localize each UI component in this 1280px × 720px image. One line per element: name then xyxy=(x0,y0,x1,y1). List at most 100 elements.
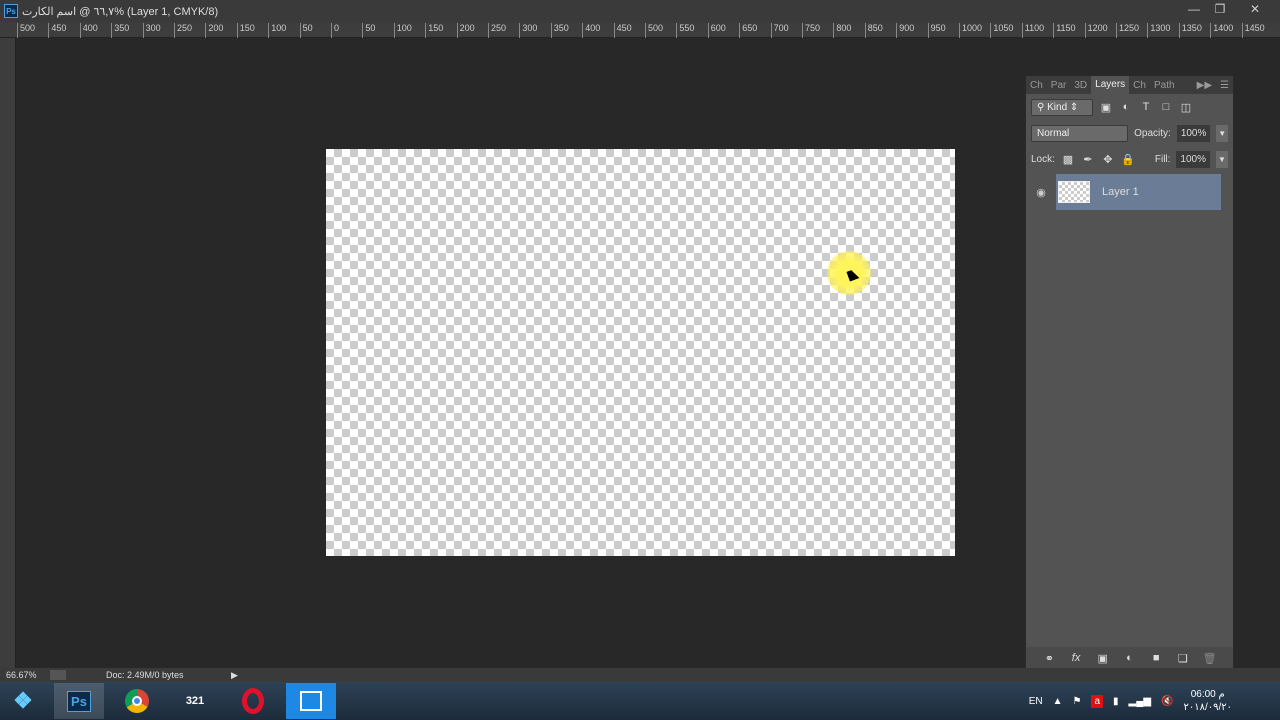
taskbar-photoshop[interactable]: Ps xyxy=(54,683,104,719)
adjustment-layer-icon[interactable]: ◐ xyxy=(1122,652,1136,664)
ruler-label: 300 xyxy=(142,23,161,38)
document-canvas[interactable] xyxy=(326,149,955,556)
ruler-label: 550 xyxy=(676,23,694,38)
minimize-button[interactable]: — xyxy=(1183,2,1205,18)
panel-menu-icon[interactable]: ☰ xyxy=(1216,80,1233,91)
blend-mode-select[interactable]: Normal xyxy=(1031,124,1129,142)
vertical-ruler[interactable] xyxy=(0,38,16,668)
link-icon[interactable]: ⚭ xyxy=(1042,652,1056,665)
lock-all-icon[interactable]: 🔒 xyxy=(1121,153,1135,166)
type-filter-icon[interactable]: T xyxy=(1139,101,1153,113)
taskbar: ❖ Ps 321 EN ▲ ⚑ a ▮ ▂▄▆ 🔇 06:00 م ٢٠١٨/٠٩… xyxy=(0,682,1280,720)
expand-icon[interactable]: ▶▶ xyxy=(1193,80,1216,91)
lock-brush-icon[interactable]: ✒ xyxy=(1081,153,1095,166)
ruler-label: 0 xyxy=(331,23,339,38)
ruler-label: 800 xyxy=(833,23,851,38)
ruler-label: 350 xyxy=(111,23,129,38)
ruler-label: 250 xyxy=(488,23,506,38)
tab-layers[interactable]: Layers xyxy=(1091,76,1130,94)
filter-kind-select[interactable]: ⚲ Kind ⇕ xyxy=(1031,98,1093,116)
layer-item[interactable]: ◉ Layer 1 xyxy=(1026,174,1221,210)
ruler-label: 1300 xyxy=(1147,23,1170,38)
volume-muted-icon[interactable]: 🔇 xyxy=(1161,696,1173,707)
ruler-label: 400 xyxy=(582,23,600,38)
lock-label: Lock: xyxy=(1031,153,1055,165)
ruler-label: 100 xyxy=(268,23,286,38)
antivirus-icon[interactable]: a xyxy=(1091,694,1104,708)
ruler-label: 1050 xyxy=(990,23,1013,38)
filter-label: Kind xyxy=(1047,101,1068,113)
shape-filter-icon[interactable]: □ xyxy=(1159,101,1173,113)
lock-position-icon[interactable]: ✥ xyxy=(1101,153,1115,166)
language-indicator[interactable]: EN xyxy=(1029,696,1043,707)
system-tray: EN ▲ ⚑ a ▮ ▂▄▆ 🔇 06:00 م ٢٠١٨/٠٩/٢٠ xyxy=(1029,682,1280,720)
opacity-label: Opacity: xyxy=(1134,127,1171,139)
ruler-label: 400 xyxy=(79,23,98,38)
ruler-label: 450 xyxy=(48,23,66,38)
ruler-label: 1450 xyxy=(1241,23,1265,38)
fill-label: Fill: xyxy=(1154,153,1171,165)
ruler-label: 250 xyxy=(174,23,192,38)
horizontal-ruler[interactable]: 500 450 400 350 300 250 200 150 100 50 0 50 100 150 20… xyxy=(0,22,1280,38)
fill-input[interactable]: 100% xyxy=(1176,150,1210,168)
taskbar-opera[interactable] xyxy=(228,683,278,719)
ruler-label: 900 xyxy=(896,23,914,38)
new-layer-icon[interactable]: ❏ xyxy=(1176,652,1190,665)
taskbar-media-player[interactable]: 321 xyxy=(170,683,220,719)
ruler-label: 50 xyxy=(362,23,375,38)
status-menu-arrow-icon[interactable]: ▶ xyxy=(231,670,238,681)
trash-icon[interactable]: 🗑 xyxy=(1203,652,1217,665)
ruler-label: 1350 xyxy=(1178,23,1202,38)
image-filter-icon[interactable]: ▣ xyxy=(1099,101,1113,114)
tab-character[interactable]: Ch xyxy=(1129,80,1150,91)
start-button[interactable]: ❖ xyxy=(0,683,46,719)
close-button[interactable]: ✕ xyxy=(1244,2,1266,18)
ruler-label: 450 xyxy=(613,23,632,38)
ruler-label: 500 xyxy=(17,23,35,38)
folder-icon[interactable]: ■ xyxy=(1149,652,1163,664)
mask-icon[interactable]: ▣ xyxy=(1096,652,1110,665)
taskbar-chrome[interactable] xyxy=(112,683,162,719)
status-bar: 66.67% Doc: 2.49M/0 bytes ▶ xyxy=(0,668,1280,682)
opera-icon xyxy=(242,688,264,714)
ruler-label: 1250 xyxy=(1116,23,1139,38)
layer-name: Layer 1 xyxy=(1102,186,1139,198)
tab-3d[interactable]: 3D xyxy=(1070,80,1091,91)
smart-object-filter-icon[interactable]: ◫ xyxy=(1179,101,1193,114)
ruler-label: 150 xyxy=(425,23,443,38)
title-bar: Ps ٦٦,٧ @ اسم الكارت% (Layer 1, CMYK/8) … xyxy=(0,0,1280,22)
tab-paragraph[interactable]: Par xyxy=(1047,80,1071,91)
ruler-label: 300 xyxy=(519,23,537,38)
eye-icon[interactable]: ◉ xyxy=(1026,186,1056,199)
ruler-label: 850 xyxy=(864,23,883,38)
ruler-label: 650 xyxy=(739,23,757,38)
tab-channels[interactable]: Ch xyxy=(1026,80,1047,91)
opacity-dropdown[interactable]: ▼ xyxy=(1216,124,1228,142)
clock[interactable]: 06:00 م ٢٠١٨/٠٩/٢٠ xyxy=(1183,688,1232,714)
ruler-label: 350 xyxy=(550,23,569,38)
zoom-level[interactable]: 66.67% xyxy=(0,670,50,680)
photoshop-icon: Ps xyxy=(4,4,18,18)
adjustment-filter-icon[interactable]: ◐ xyxy=(1119,101,1133,113)
restore-button[interactable]: ❐ xyxy=(1209,2,1231,18)
tab-paths[interactable]: Path xyxy=(1150,80,1179,91)
opacity-input[interactable]: 100% xyxy=(1176,124,1211,142)
ruler-label: 750 xyxy=(802,23,820,38)
fx-icon[interactable]: fx xyxy=(1069,652,1083,664)
chrome-icon xyxy=(125,689,149,713)
ruler-label: 600 xyxy=(707,23,726,38)
lock-transparency-icon[interactable]: ▩ xyxy=(1061,153,1075,166)
ruler-label: 1000 xyxy=(959,23,982,38)
ruler-label: 1150 xyxy=(1053,23,1076,38)
doc-size: Doc: 2.49M/0 bytes xyxy=(106,670,184,680)
battery-icon[interactable]: ▮ xyxy=(1113,696,1119,707)
show-hidden-icons[interactable]: ▲ xyxy=(1053,696,1063,707)
taskbar-screen-capture[interactable] xyxy=(286,683,336,719)
zoom-icon xyxy=(50,670,66,680)
network-signal-icon[interactable]: ▂▄▆ xyxy=(1129,696,1151,707)
ruler-label: 1200 xyxy=(1084,23,1108,38)
capture-icon xyxy=(300,691,322,711)
fill-dropdown[interactable]: ▼ xyxy=(1216,150,1228,168)
flag-icon[interactable]: ⚑ xyxy=(1073,696,1082,707)
ruler-label: 950 xyxy=(927,23,946,38)
